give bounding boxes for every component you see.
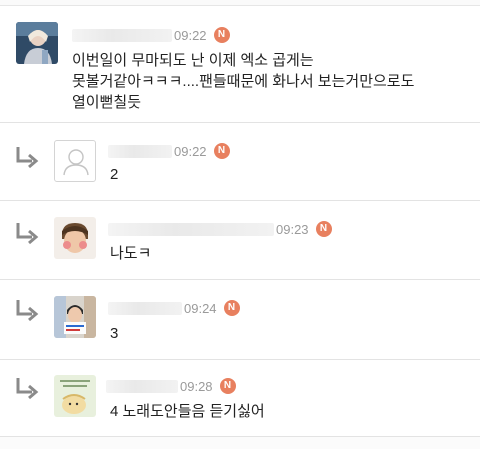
comment-line: 이번일이 무마되도 난 이제 엑소 곱게는 xyxy=(72,52,314,69)
user-avatar[interactable] xyxy=(54,217,96,259)
comment-line: 열이뻗칠듯 xyxy=(72,94,142,111)
comment-time: 09:22 xyxy=(174,143,207,159)
author-name-masked[interactable] xyxy=(108,301,182,315)
comment-meta: 09:23 N xyxy=(108,220,332,238)
comment-text: 4 노래도안들음 듣기싫어 xyxy=(110,403,265,420)
author-name-masked[interactable] xyxy=(106,379,178,393)
comment-time: 09:22 xyxy=(174,27,207,43)
comment-text: 나도ㅋ xyxy=(110,245,152,262)
comment-meta: 09:24 N xyxy=(108,299,240,317)
comment-meta: 09:28 N xyxy=(106,377,236,395)
reply-item: 09:24 N 3 xyxy=(0,280,480,360)
new-badge: N xyxy=(213,143,230,159)
comment-time: 09:23 xyxy=(276,221,309,237)
author-name-masked[interactable] xyxy=(108,222,274,236)
new-badge: N xyxy=(315,221,332,237)
comment-meta: 09:22 N xyxy=(72,26,230,44)
comment-text: 이번일이 무마되도 난 이제 엑소 곱게는 못볼거같아ㅋㅋㅋ....팬들때문에 … xyxy=(72,50,414,113)
comment-time: 09:24 xyxy=(184,300,217,316)
reply-arrow-icon xyxy=(12,298,40,324)
comment-meta: 09:22 N xyxy=(108,142,230,160)
comment-time: 09:28 xyxy=(180,378,213,394)
comment-text: 2 xyxy=(110,166,119,183)
comment-item: 09:22 N 이번일이 무마되도 난 이제 엑소 곱게는 못볼거같아ㅋㅋㅋ..… xyxy=(0,6,480,123)
comment-line: 못볼거같아ㅋㅋㅋ....팬들때문에 화나서 보는거만으로도 xyxy=(72,73,415,90)
new-badge: N xyxy=(223,300,240,316)
reply-item: 09:28 N 4 노래도안들음 듣기싫어 xyxy=(0,360,480,437)
new-badge: N xyxy=(219,378,236,394)
reply-arrow-icon xyxy=(12,145,40,171)
reply-item: 09:22 N 2 xyxy=(0,123,480,201)
author-name-masked[interactable] xyxy=(108,144,172,158)
default-user-icon[interactable] xyxy=(54,140,96,182)
new-badge: N xyxy=(213,27,230,43)
reply-arrow-icon xyxy=(12,221,40,247)
user-avatar[interactable] xyxy=(54,375,96,417)
reply-arrow-icon xyxy=(12,376,40,402)
bottom-area xyxy=(0,437,480,449)
user-avatar[interactable] xyxy=(54,296,96,338)
user-avatar[interactable] xyxy=(16,22,58,64)
author-name-masked[interactable] xyxy=(72,28,172,42)
reply-item: 09:23 N 나도ㅋ xyxy=(0,201,480,280)
comment-text: 3 xyxy=(110,325,119,342)
